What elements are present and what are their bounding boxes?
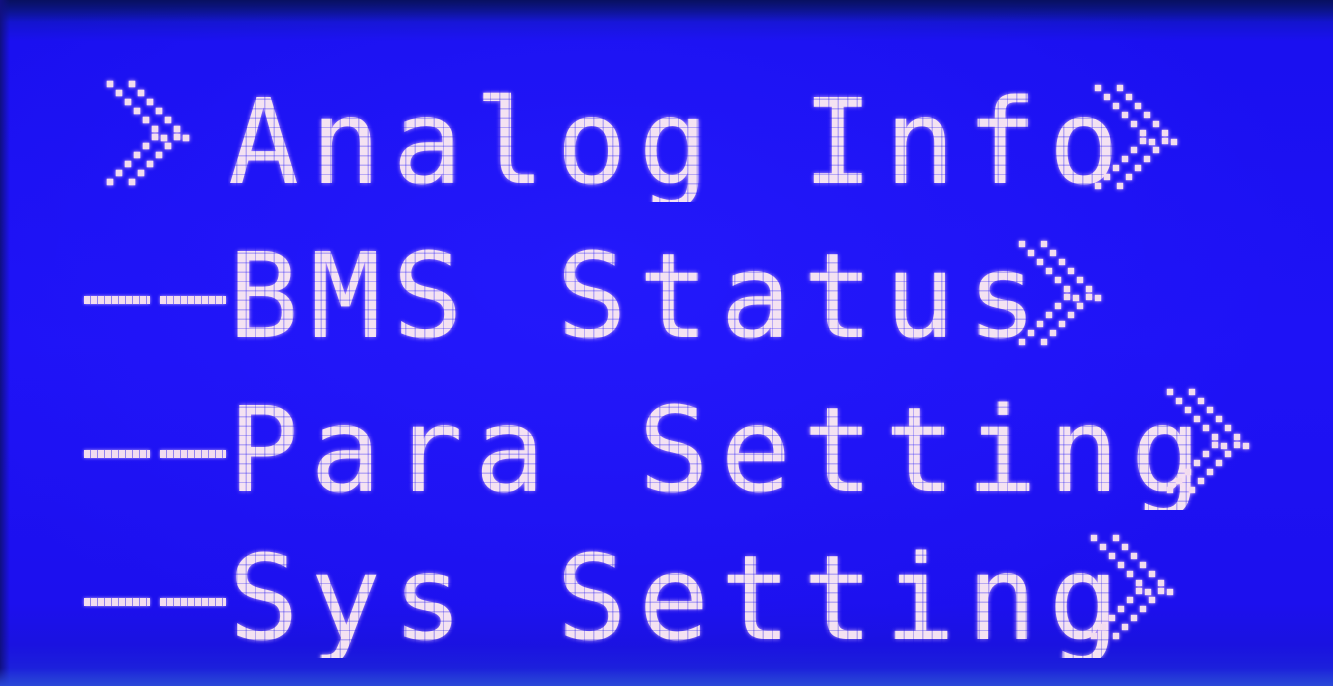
lcd-screen: Analog Info BMS Status Para Setting Sys … (0, 0, 1333, 686)
chevron-double-right-icon (1084, 532, 1174, 642)
chevron-double-right-icon (1088, 82, 1178, 192)
menu-item-bms-status[interactable]: BMS Status (0, 236, 1333, 356)
menu-item-analog-info[interactable]: Analog Info (0, 82, 1333, 202)
menu-item-label: Para Setting (228, 381, 1213, 519)
menu-item-label: BMS Status (228, 227, 1049, 365)
dash-prefix (84, 296, 226, 304)
chevron-double-right-icon (1012, 238, 1102, 348)
menu-item-sys-setting[interactable]: Sys Setting (0, 529, 1333, 667)
menu-item-label: Analog Info (228, 73, 1131, 211)
dash-prefix (84, 598, 226, 606)
menu-item-label: Sys Setting (228, 529, 1131, 667)
dash-prefix (84, 450, 226, 458)
menu-item-para-setting[interactable]: Para Setting (0, 381, 1333, 519)
chevron-double-right-icon (1160, 386, 1250, 496)
